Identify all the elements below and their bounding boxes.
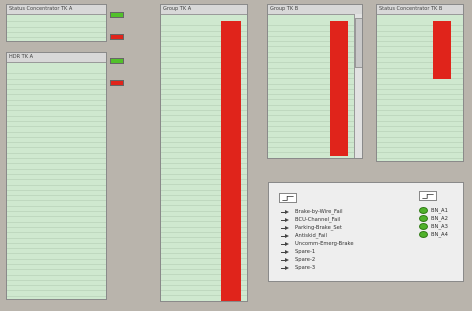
legend-item: Parking-Brake_Set [281,225,342,231]
status-concentrator-a-panel: Status Concentrator TK A [6,4,107,42]
green-dot-icon [419,215,428,222]
alarm-led [110,34,124,40]
panel-title: HDR TK A [7,53,106,63]
status-led [110,58,124,64]
list-item [377,159,463,161]
panel-title: Status Concentrator TK A [7,5,106,15]
green-dot-icon [419,223,428,230]
scrollbar[interactable] [354,14,362,158]
bn-item: BN_A1 [419,207,448,214]
arrow-icon [281,250,289,254]
bn-item: BN_A2 [419,215,448,222]
hdr-tk-a-panel: HDR TK A [6,52,107,300]
legend-item: Spare-1 [281,249,315,255]
arrow-icon [281,234,289,238]
group-b-panel: Group TK B [267,4,363,159]
step-signal-icon [279,193,297,203]
panel-title: Group TK A [161,5,247,15]
alarm-column [433,21,451,79]
legend-item: Antiskid_Fail [281,233,327,239]
alarm-column [221,21,241,301]
status-led [110,12,124,18]
bn-item: BN_A3 [419,223,448,230]
legend-item: BCU-Channel_Fail [281,217,340,223]
legend-item: Spare-2 [281,257,315,263]
legend-item: Uncomm-Emerg-Brake [281,241,354,247]
green-dot-icon [419,231,428,238]
legend-panel: Brake-by-Wire_Fail BCU-Channel_Fail Park… [268,182,464,282]
hdr-list [7,69,106,299]
list-item [7,33,106,39]
arrow-icon [281,226,289,230]
panel-title: Group TK B [268,5,362,15]
bn-item: BN_A4 [419,231,448,238]
group-a-panel: Group TK A [160,4,248,302]
legend-item: Spare-3 [281,265,315,271]
panel-title: Status Concentrator TK B [377,5,463,15]
step-signal-icon [419,191,437,201]
arrow-icon [281,218,289,222]
green-dot-icon [419,207,428,214]
arrow-icon [281,210,289,214]
arrow-icon [281,258,289,262]
alarm-led [110,80,124,86]
legend-item: Brake-by-Wire_Fail [281,209,343,215]
alarm-column [330,21,348,156]
scrollbar-thumb[interactable] [355,18,362,68]
arrow-icon [281,266,289,270]
status-concentrator-b-panel: Status Concentrator TK B [376,4,464,162]
list-item [7,297,106,299]
arrow-icon [281,242,289,246]
